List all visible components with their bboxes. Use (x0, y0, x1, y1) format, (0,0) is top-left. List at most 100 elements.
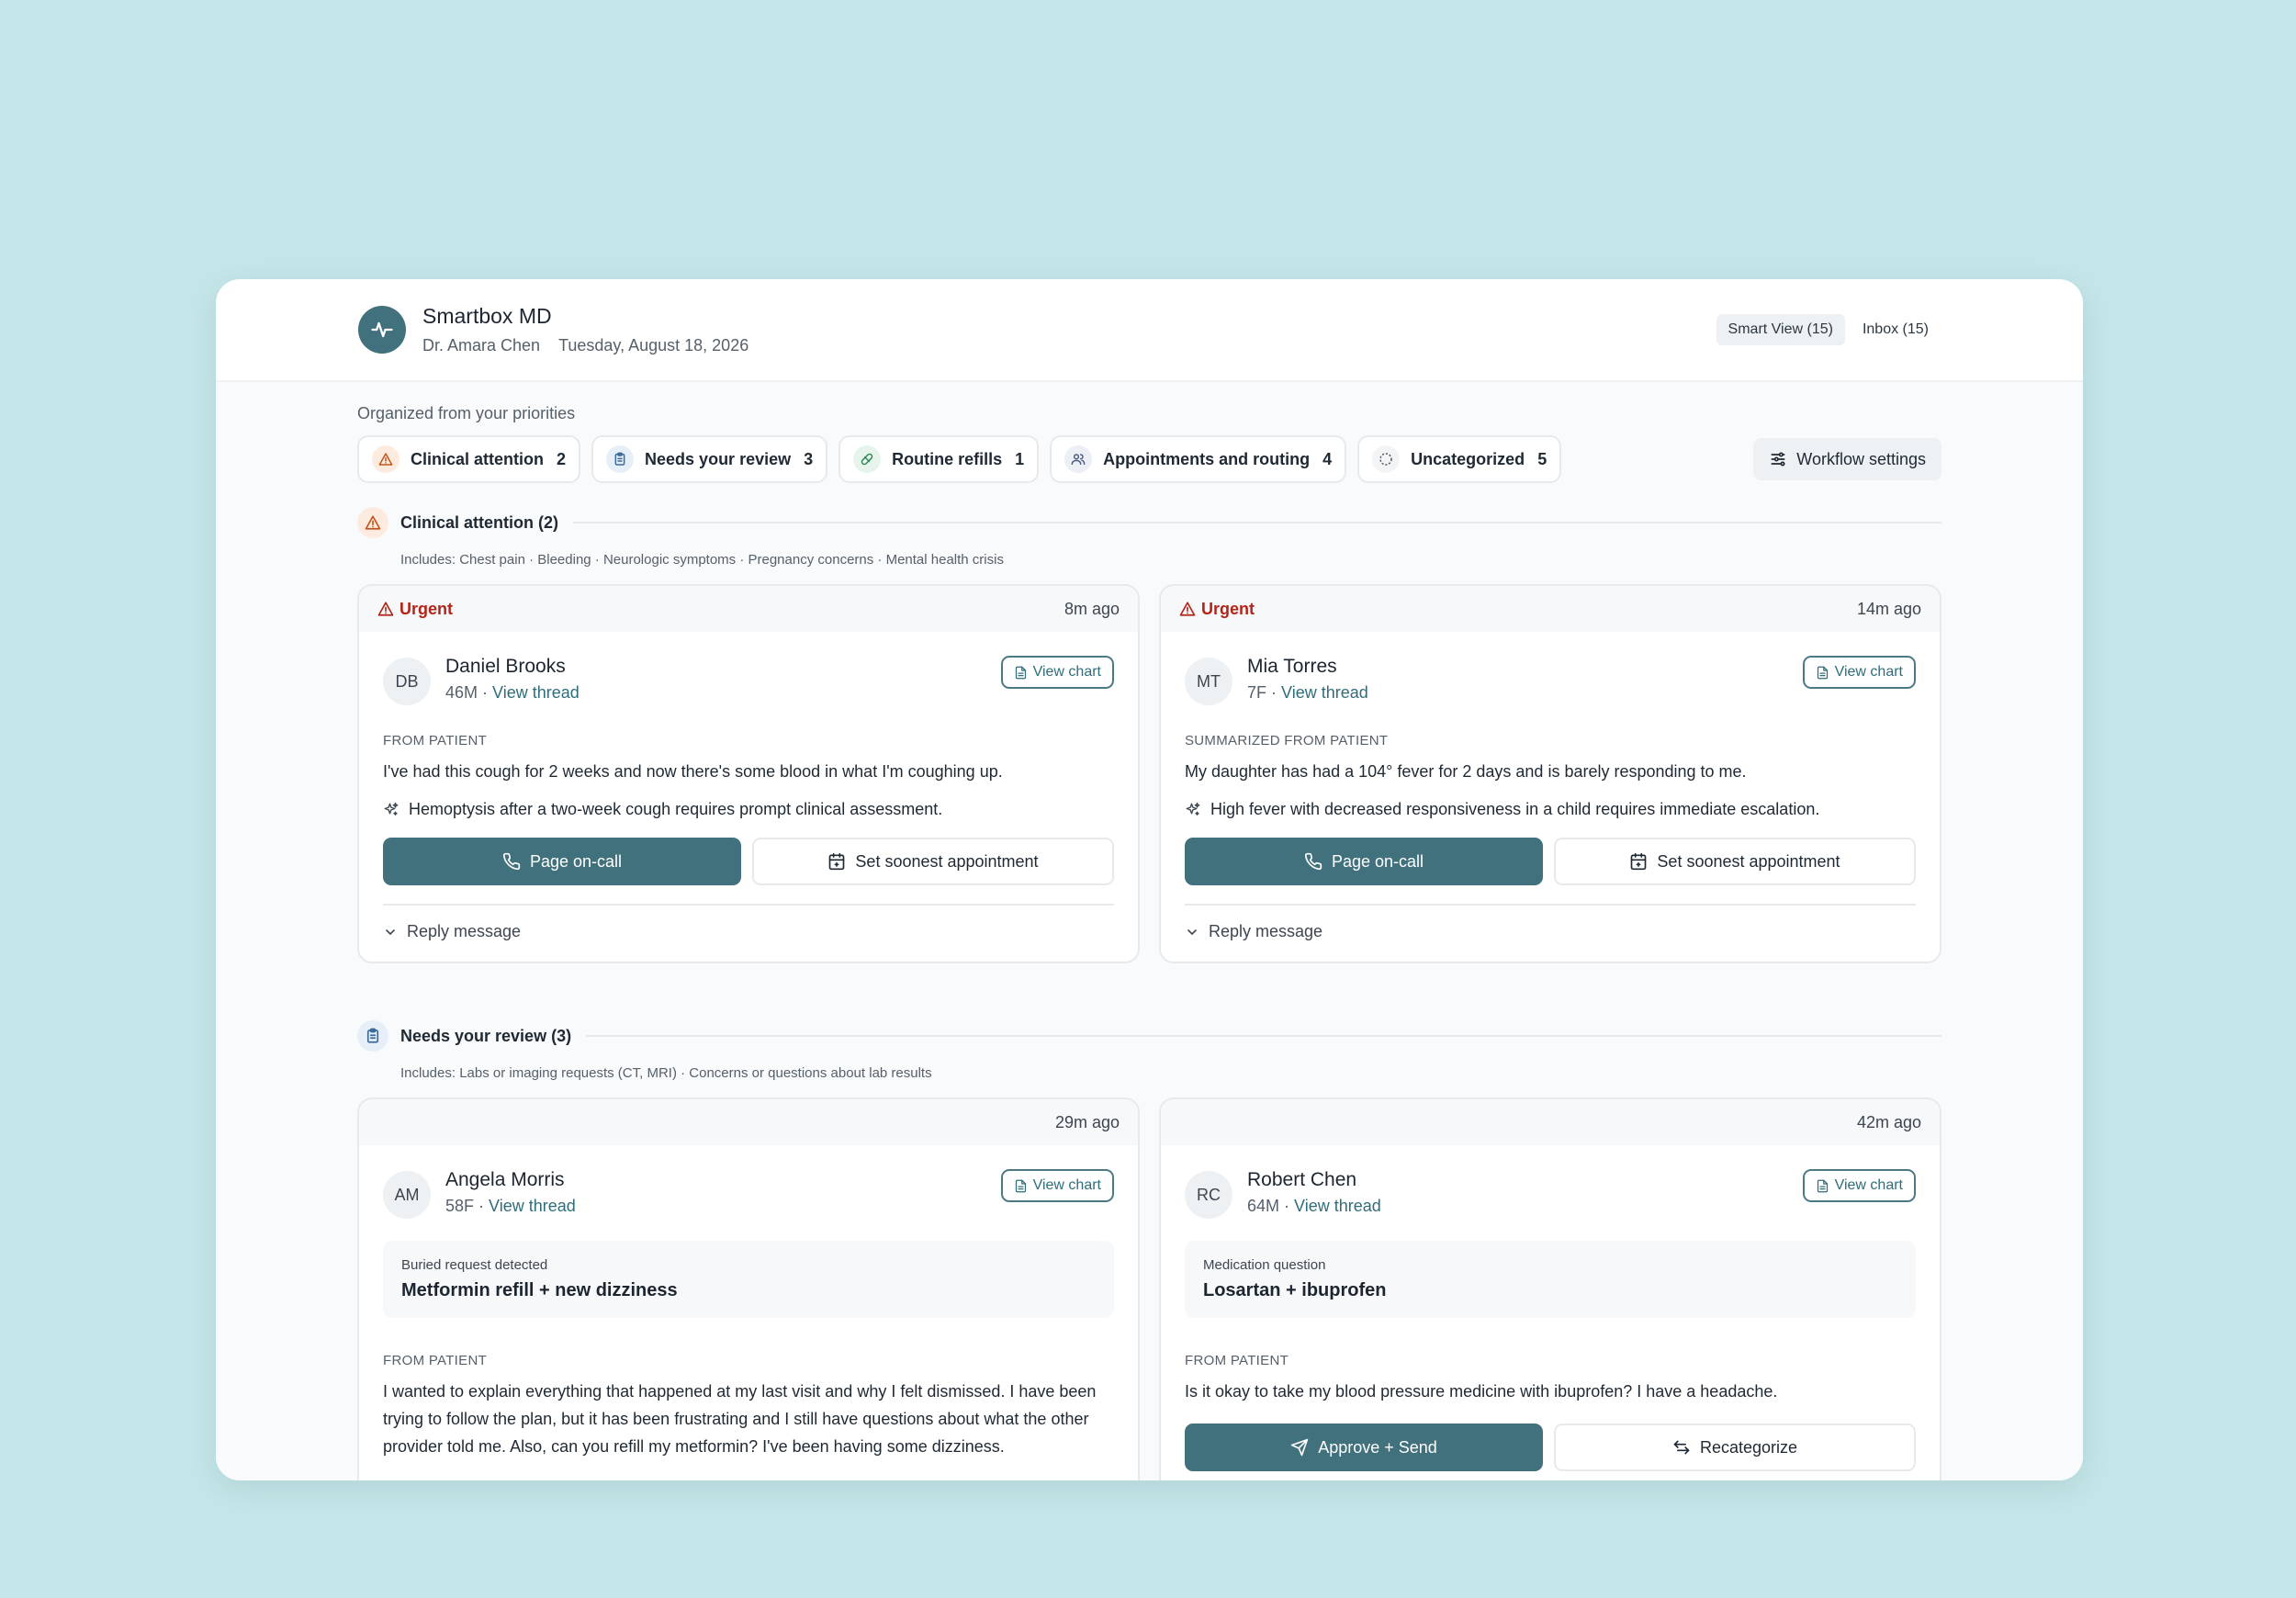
card-divider (1185, 904, 1916, 906)
sliders-icon (1771, 452, 1785, 467)
message-source: FROM PATIENT (383, 733, 488, 748)
reply-label: Reply message (407, 922, 522, 940)
patient-age-sex: 58F · (445, 1197, 490, 1215)
urgent-label: Urgent (1201, 599, 1255, 618)
brand-subtitle: Dr. Amara Chen Tuesday, August 18, 2026 (422, 336, 767, 355)
view-thread-link[interactable]: View thread (492, 683, 580, 702)
filter-label: Appointments and routing (1103, 449, 1311, 468)
card-actions: Page on-call Set soonest appointment (1185, 838, 1916, 885)
current-date: Tuesday, August 18, 2026 (558, 336, 749, 354)
message-card: Urgent 14m ago MT Mia Torres 7F · View t… (1159, 584, 1941, 963)
document-icon (1817, 1179, 1828, 1192)
clinical-cards: Urgent 8m ago DB Daniel Brooks 46M · Vie… (357, 584, 1941, 963)
calendar-icon (829, 852, 845, 871)
page-on-call-label: Page on-call (529, 851, 623, 871)
users-icon (1064, 445, 1093, 473)
approve-send-label: Approve + Send (1318, 1437, 1437, 1457)
page-on-call-button[interactable]: Page on-call (383, 838, 741, 885)
view-thread-link[interactable]: View thread (489, 1197, 576, 1215)
filter-count: 4 (1322, 449, 1333, 468)
patient-age-sex: 46M · (445, 683, 493, 702)
category-filters: Clinical attention 2 Needs your review 3… (357, 435, 1941, 483)
chevron-down-icon (1187, 928, 1197, 935)
card-header: Urgent 14m ago (1161, 586, 1940, 632)
message-source: FROM PATIENT (383, 1353, 488, 1368)
message-card: 29m ago AM Angela Morris 58F · View thre… (357, 1097, 1140, 1480)
filter-uncategorized[interactable]: Uncategorized 5 (1357, 435, 1562, 483)
card-body: DB Daniel Brooks 46M · View thread View … (359, 632, 1138, 962)
filter-label: Clinical attention (411, 449, 545, 468)
pill-icon (853, 445, 882, 473)
app-title: Smartbox MD (422, 304, 552, 328)
patient-meta: 46M · View thread (445, 683, 580, 703)
section-divider (586, 1035, 1941, 1037)
filter-appointments-routing[interactable]: Appointments and routing 4 (1050, 435, 1347, 483)
filter-count: 3 (804, 449, 814, 468)
workflow-settings-button[interactable]: Workflow settings (1753, 438, 1941, 480)
approve-send-button[interactable]: Approve + Send (1185, 1424, 1543, 1471)
avatar: MT (1185, 658, 1232, 705)
ai-summary-text: High fever with decreased responsiveness… (1210, 800, 1820, 818)
view-chart-button[interactable]: View chart (1802, 656, 1916, 689)
clipboard-icon (606, 445, 635, 473)
view-toggle: Smart View (15) Inbox (15) (1716, 314, 1941, 345)
view-chart-button[interactable]: View chart (1802, 1169, 1916, 1202)
chevron-down-icon (386, 928, 395, 935)
phone-icon (502, 852, 521, 871)
set-appointment-button[interactable]: Set soonest appointment (1554, 838, 1916, 885)
document-icon (1015, 666, 1026, 679)
avatar: RC (1185, 1171, 1232, 1219)
filter-count: 2 (557, 449, 567, 468)
message-card: Urgent 8m ago DB Daniel Brooks 46M · Vie… (357, 584, 1140, 963)
view-chart-button[interactable]: View chart (1000, 1169, 1114, 1202)
avatar: AM (383, 1171, 431, 1219)
view-thread-link[interactable]: View thread (1294, 1197, 1381, 1215)
filter-clinical-attention[interactable]: Clinical attention 2 (357, 435, 581, 483)
patient-info: Daniel Brooks 46M · View thread (445, 656, 580, 703)
filter-needs-review[interactable]: Needs your review 3 (591, 435, 828, 483)
insight-label: Medication question (1203, 1257, 1326, 1273)
document-icon (1015, 1179, 1026, 1192)
recategorize-button[interactable]: Recategorize (1554, 1424, 1916, 1471)
alert-triangle-icon (377, 602, 394, 616)
alert-triangle-icon (357, 507, 388, 538)
section-includes: Includes: Chest pain · Bleeding · Neurol… (400, 552, 1004, 568)
set-appointment-button[interactable]: Set soonest appointment (752, 838, 1114, 885)
view-chart-button[interactable]: View chart (1000, 656, 1114, 689)
avatar: DB (383, 658, 431, 705)
inbox-tab[interactable]: Inbox (15) (1851, 314, 1941, 345)
reply-message-toggle[interactable]: Reply message (1185, 922, 1916, 941)
patient-meta: 7F · View thread (1247, 683, 1368, 703)
organized-label: Organized from your priorities (357, 404, 576, 422)
patient-message: I've had this cough for 2 weeks and now … (383, 762, 1003, 781)
filter-label: Uncategorized (1411, 449, 1525, 468)
timestamp: 14m ago (1856, 599, 1921, 618)
page-on-call-label: Page on-call (1331, 851, 1424, 871)
reply-label: Reply message (1209, 922, 1323, 940)
urgent-badge: Urgent (1179, 600, 1255, 619)
filter-label: Routine refills (892, 449, 1003, 468)
recategorize-label: Recategorize (1699, 1437, 1798, 1457)
view-thread-link[interactable]: View thread (1281, 683, 1368, 702)
filter-label: Needs your review (645, 449, 792, 468)
card-divider (383, 904, 1114, 906)
reply-message-toggle[interactable]: Reply message (383, 922, 1114, 941)
timestamp: 42m ago (1856, 1112, 1921, 1131)
section-title: Clinical attention (2) (400, 512, 559, 532)
urgent-label: Urgent (400, 599, 453, 618)
card-body: AM Angela Morris 58F · View thread View … (359, 1145, 1138, 1480)
pulse-icon (358, 306, 406, 354)
doctor-name: Dr. Amara Chen (422, 336, 541, 354)
page-on-call-button[interactable]: Page on-call (1185, 838, 1543, 885)
insight-title: Metformin refill + new dizziness (401, 1280, 678, 1300)
main-content: Organized from your priorities Clinical … (216, 382, 2083, 1480)
patient-name: Robert Chen (1247, 1169, 1357, 1190)
insight-label: Buried request detected (401, 1257, 548, 1273)
message-card: 42m ago RC Robert Chen 64M · View thread… (1159, 1097, 1941, 1480)
card-body: MT Mia Torres 7F · View thread View char… (1161, 632, 1940, 962)
message-source: SUMMARIZED FROM PATIENT (1185, 733, 1389, 748)
patient-row: DB Daniel Brooks 46M · View thread View … (383, 656, 1114, 705)
patient-age-sex: 64M · (1247, 1197, 1295, 1215)
filter-routine-refills[interactable]: Routine refills 1 (838, 435, 1040, 483)
smart-view-tab[interactable]: Smart View (15) (1716, 314, 1845, 345)
